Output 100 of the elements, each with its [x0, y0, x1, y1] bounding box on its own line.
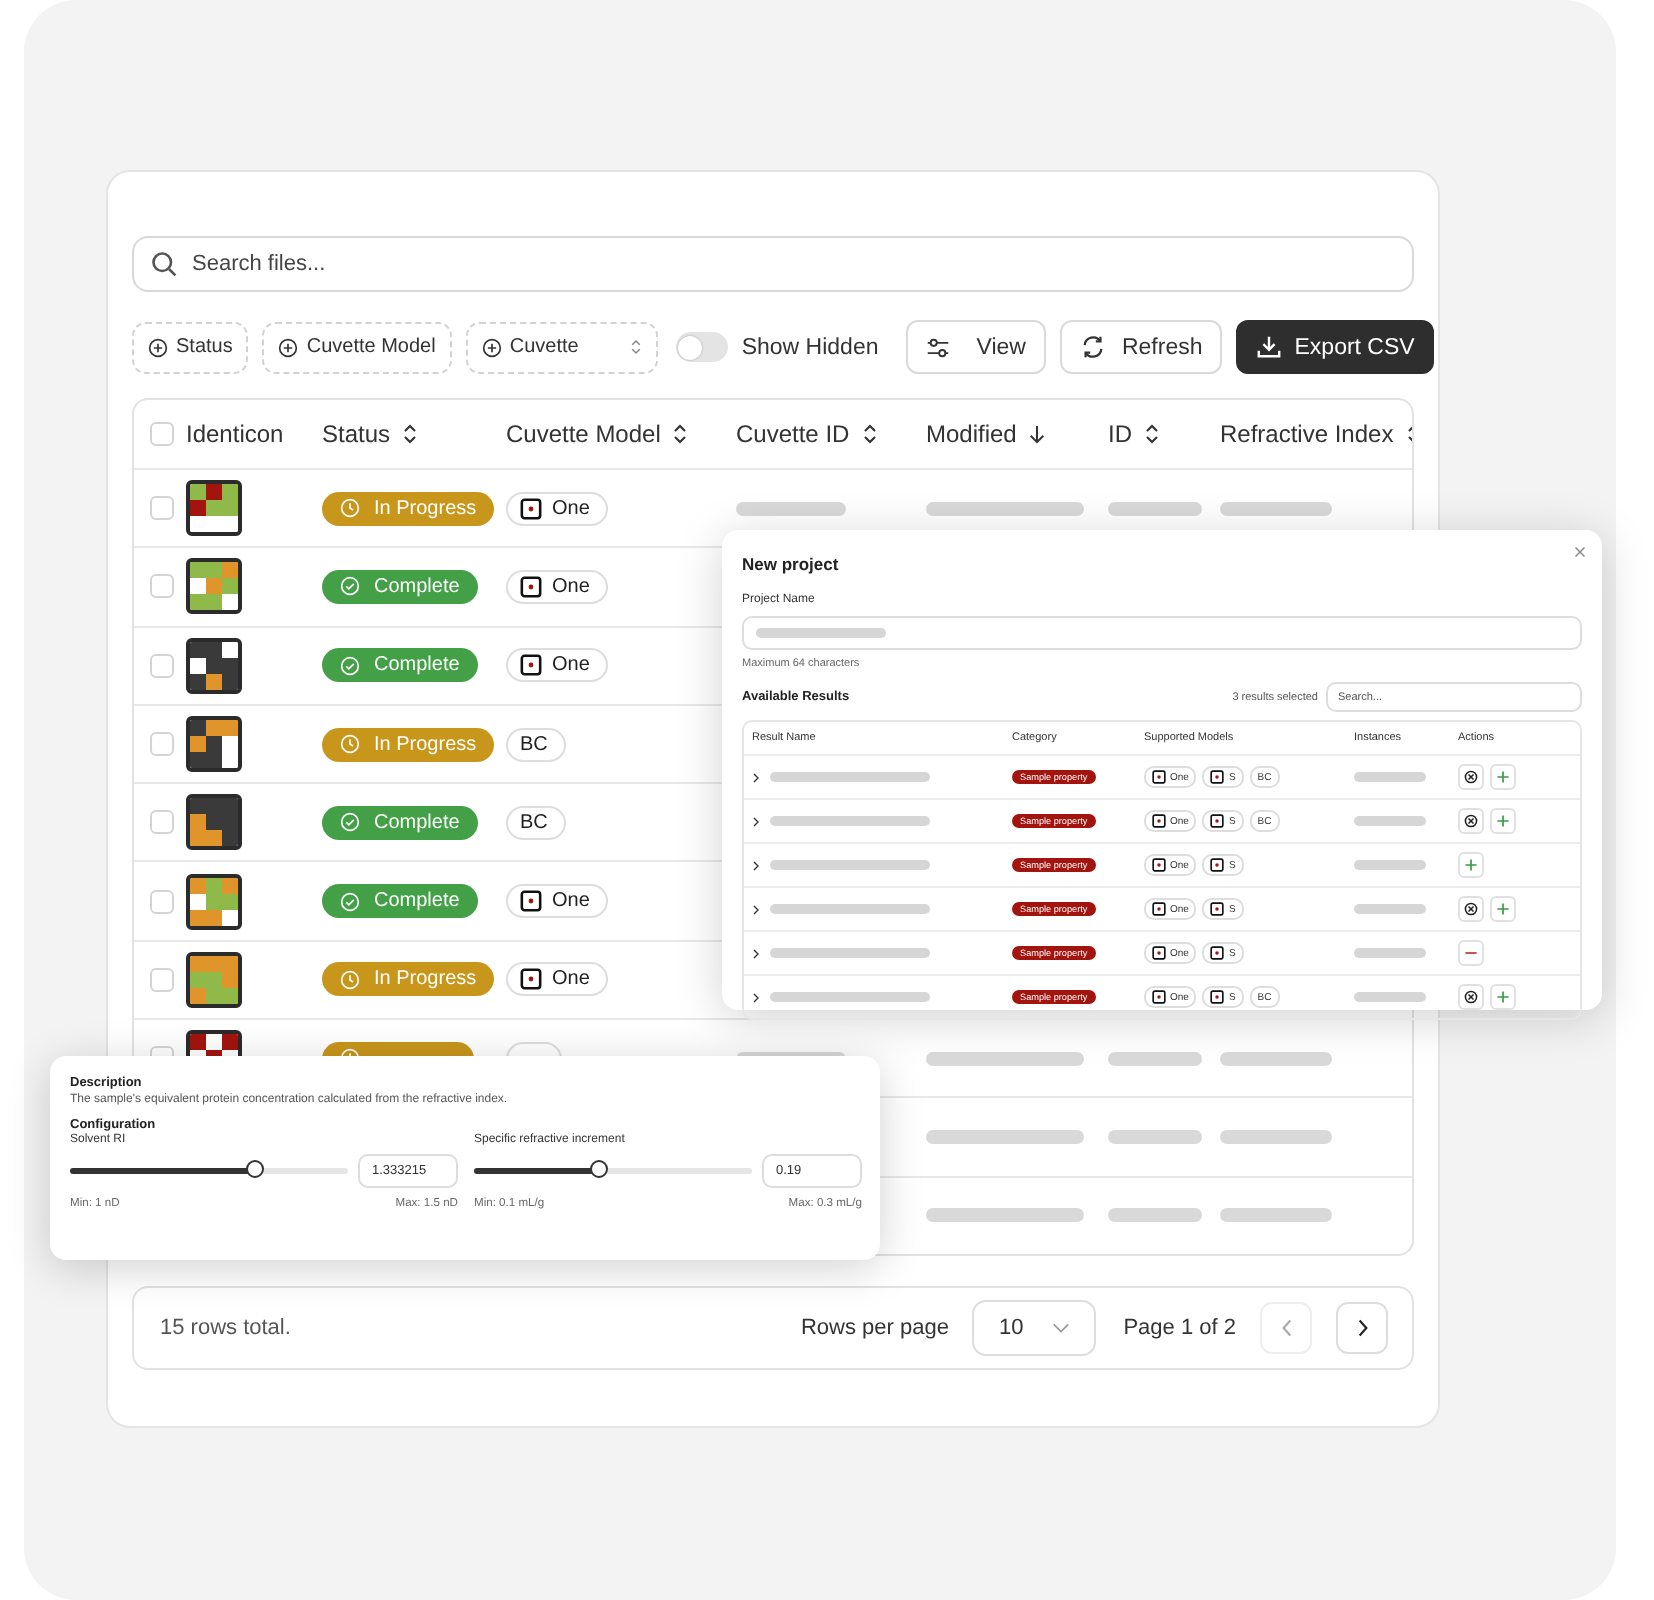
- filter-button[interactable]: Status: [132, 321, 249, 373]
- dot-square-icon: [1210, 946, 1225, 960]
- column-header[interactable]: Status: [322, 420, 391, 448]
- close-icon[interactable]: [1574, 546, 1586, 558]
- clear-button[interactable]: [1458, 764, 1484, 790]
- loading-bar: [1354, 816, 1426, 826]
- model-text: One: [552, 497, 590, 520]
- chevron-right-icon[interactable]: [752, 991, 760, 1003]
- add-button[interactable]: [1458, 852, 1484, 878]
- status-text: In Progress: [374, 968, 477, 991]
- column-header[interactable]: Cuvette ID: [736, 420, 850, 448]
- dot-square-icon: [1152, 902, 1166, 916]
- model-text: One: [552, 890, 590, 913]
- project-name-field[interactable]: [742, 616, 1582, 650]
- chevron-right-icon: [1355, 1317, 1369, 1338]
- dialog-title: New project: [742, 554, 841, 574]
- status-text: Complete: [374, 890, 460, 913]
- row-checkbox[interactable]: [150, 967, 174, 992]
- search-icon: [150, 250, 178, 278]
- status-text: Complete: [374, 811, 460, 834]
- column-header[interactable]: Identicon: [186, 420, 284, 448]
- row-checkbox[interactable]: [150, 810, 174, 835]
- dot-square-icon: [520, 890, 542, 913]
- column-header[interactable]: Refractive Index: [1220, 420, 1394, 448]
- toggle-label: Show Hidden: [741, 335, 879, 359]
- arrow-down-icon[interactable]: [1028, 422, 1047, 446]
- clock-icon: [340, 969, 360, 990]
- loading-bar: [1354, 948, 1426, 958]
- dot-square-icon: [520, 654, 542, 677]
- check-circle-icon: [340, 891, 360, 912]
- column-header[interactable]: ID: [1108, 420, 1132, 448]
- dot-square-icon: [1152, 814, 1166, 828]
- circle-x-icon: [1464, 770, 1478, 784]
- toggle-switch[interactable]: [675, 332, 728, 362]
- row-checkbox[interactable]: [150, 653, 174, 678]
- plus-icon: [1496, 770, 1510, 784]
- dot-square-icon: [520, 575, 542, 598]
- chevron-right-icon[interactable]: [752, 947, 760, 959]
- row-checkbox[interactable]: [150, 889, 174, 914]
- slider-thumb[interactable]: [246, 1160, 265, 1178]
- select-all-checkbox[interactable]: [150, 422, 174, 446]
- search-field[interactable]: Search files...: [132, 236, 1414, 292]
- column-header[interactable]: Cuvette Model: [506, 420, 661, 448]
- chevron-right-icon[interactable]: [752, 771, 760, 783]
- remove-button[interactable]: [1458, 940, 1484, 966]
- plus-icon: [1496, 814, 1510, 828]
- dot-square-icon: [1152, 946, 1166, 960]
- dot-square-icon: [1210, 990, 1225, 1004]
- loading-bar: [1354, 992, 1426, 1002]
- loading-bar: [1354, 772, 1426, 782]
- sliders-icon: [926, 335, 951, 359]
- status-text: Complete: [374, 654, 460, 677]
- plus-icon: [1496, 902, 1510, 916]
- dot-square-icon: [1152, 858, 1166, 872]
- refresh-icon: [1079, 334, 1106, 360]
- column-header[interactable]: Modified: [926, 420, 1017, 448]
- clear-button[interactable]: [1458, 984, 1484, 1010]
- dot-square-icon: [1210, 902, 1225, 916]
- dot-square-icon: [1210, 814, 1225, 828]
- plus-circle-icon: [278, 337, 299, 357]
- rows-per-page-label: Rows per page: [800, 1315, 949, 1340]
- page-indicator: Page 1 of 2: [1123, 1315, 1236, 1340]
- loading-bar: [1354, 904, 1426, 914]
- status-text: In Progress: [374, 733, 477, 756]
- model-text: One: [552, 654, 590, 677]
- plus-circle-icon: [481, 337, 502, 357]
- sort-icon[interactable]: [402, 422, 419, 446]
- loading-bar: [1354, 860, 1426, 870]
- chevron-up-down-icon: [629, 338, 642, 356]
- dot-square-icon: [520, 497, 542, 520]
- dot-square-icon: [1210, 770, 1225, 784]
- row-checkbox[interactable]: [150, 496, 174, 521]
- filter-button[interactable]: Cuvette: [465, 321, 658, 373]
- slider-thumb[interactable]: [589, 1160, 608, 1178]
- chevron-right-icon[interactable]: [752, 903, 760, 915]
- export-button[interactable]: Export CSV: [1236, 320, 1435, 374]
- filter-button[interactable]: Cuvette Model: [262, 321, 452, 373]
- plus-circle-icon: [148, 337, 168, 357]
- refresh-button[interactable]: Refresh: [1059, 320, 1223, 374]
- dot-square-icon: [520, 968, 542, 991]
- clock-icon: [340, 498, 360, 519]
- circle-x-icon: [1464, 814, 1478, 828]
- view-button[interactable]: View: [906, 320, 1046, 374]
- model-text: BC: [520, 811, 548, 834]
- dot-square-icon: [1152, 770, 1166, 784]
- clear-button[interactable]: [1458, 808, 1484, 834]
- check-circle-icon: [340, 812, 360, 833]
- minus-icon: [1464, 946, 1478, 960]
- row-count: 15 rows total.: [160, 1315, 291, 1340]
- status-text: Complete: [374, 575, 460, 598]
- rows-per-page-select[interactable]: 10: [972, 1299, 1096, 1356]
- sort-icon[interactable]: [1144, 422, 1160, 446]
- chevron-right-icon[interactable]: [752, 859, 760, 871]
- chevron-right-icon[interactable]: [752, 815, 760, 827]
- row-checkbox[interactable]: [150, 732, 174, 757]
- sort-icon[interactable]: [861, 422, 878, 446]
- download-icon: [1256, 334, 1283, 360]
- row-checkbox[interactable]: [150, 574, 174, 599]
- sort-icon[interactable]: [672, 422, 689, 446]
- clear-button[interactable]: [1458, 896, 1484, 922]
